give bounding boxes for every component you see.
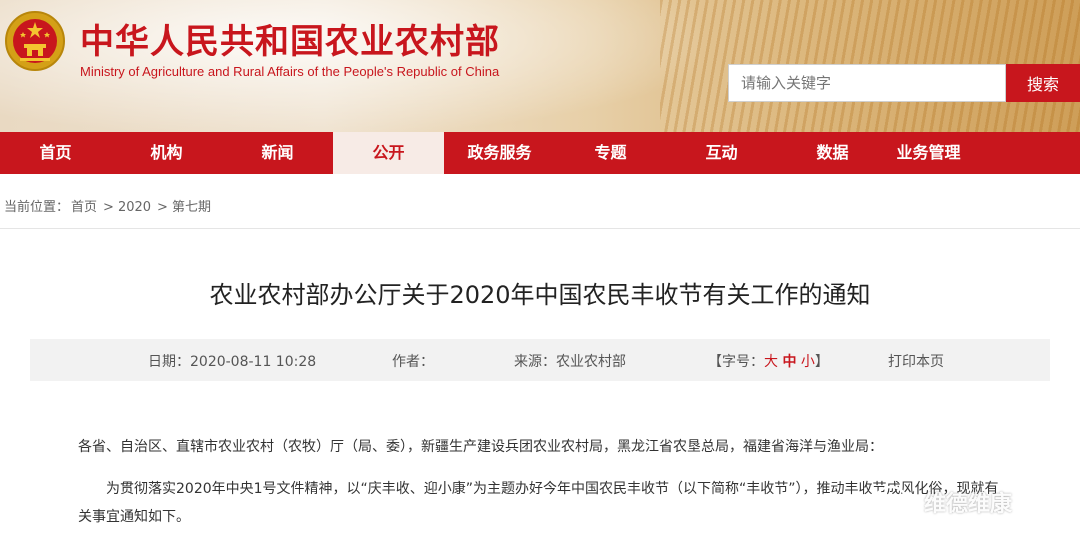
article-paragraph: 各省、自治区、直辖市农业农村（农牧）厅（局、委），新疆生产建设兵团农业农村局，黑…: [78, 439, 883, 455]
meta-author: 作者：: [392, 351, 434, 371]
article-meta-bar: 日期：2020-08-11 10:28 作者： 来源：农业农村部 【字号：大 中…: [30, 339, 1050, 381]
meta-date: 日期：2020-08-11 10:28: [148, 351, 316, 371]
watermark-text: 维德维康: [924, 492, 1013, 517]
search-input[interactable]: [728, 64, 1006, 102]
font-size-open: 【字号：: [708, 354, 764, 370]
font-size-medium-button[interactable]: 中: [782, 354, 796, 370]
article-paragraph: 为贯彻落实2020年中央1号文件精神，以“庆丰收、迎小康”为主题办好今年中国农民…: [78, 481, 999, 525]
breadcrumb-prefix: 当前位置：: [4, 200, 70, 215]
meta-date-value: 2020-08-11 10:28: [190, 354, 317, 370]
search-button[interactable]: 搜索: [1006, 64, 1080, 102]
nav-item-organization[interactable]: 机构: [111, 132, 222, 174]
article-title: 农业农村部办公厅关于2020年中国农民丰收节有关工作的通知: [209, 281, 871, 309]
meta-source: 来源：农业农村部: [514, 351, 626, 371]
meta-author-label: 作者：: [392, 354, 434, 370]
main-nav: 首页 机构 新闻 公开 政务服务 专题 互动 数据 业务管理: [0, 132, 1080, 174]
font-size-small-button[interactable]: 小: [801, 354, 815, 370]
breadcrumb-item-issue[interactable]: 第七期: [172, 200, 211, 215]
breadcrumb-separator: >: [157, 200, 168, 215]
breadcrumb-separator: >: [103, 200, 114, 215]
font-size-large-button[interactable]: 大: [764, 354, 778, 370]
meta-date-label: 日期：: [148, 354, 190, 370]
nav-item-government-services[interactable]: 政务服务: [444, 132, 555, 174]
site-title[interactable]: 中华人民共和国农业农村部: [80, 14, 500, 63]
font-size-control: 【字号：大 中 小】: [708, 351, 829, 371]
nav-item-news[interactable]: 新闻: [222, 132, 333, 174]
nav-item-interaction[interactable]: 互动: [666, 132, 777, 174]
site-subtitle: Ministry of Agriculture and Rural Affair…: [80, 64, 500, 79]
site-header: 中华人民共和国农业农村部 Ministry of Agriculture and…: [0, 0, 1080, 132]
breadcrumb-item-home[interactable]: 首页: [71, 200, 97, 215]
nav-item-public[interactable]: 公开: [333, 132, 444, 174]
print-page-link[interactable]: 打印本页: [888, 351, 944, 371]
watermark: 维德维康: [872, 482, 1012, 522]
breadcrumb-item-year[interactable]: 2020: [118, 200, 151, 215]
breadcrumb: 当前位置： 首页 >2020 > 第七期: [4, 196, 213, 215]
nav-item-home[interactable]: 首页: [0, 132, 111, 174]
nav-item-data[interactable]: 数据: [777, 132, 888, 174]
meta-source-label: 来源：: [514, 354, 556, 370]
font-size-close: 】: [814, 354, 829, 370]
nav-item-topics[interactable]: 专题: [555, 132, 666, 174]
national-emblem-icon[interactable]: [4, 10, 66, 72]
wechat-icon: [874, 485, 917, 517]
meta-source-value: 农业农村部: [556, 354, 626, 370]
nav-item-business-management[interactable]: 业务管理: [888, 132, 969, 174]
